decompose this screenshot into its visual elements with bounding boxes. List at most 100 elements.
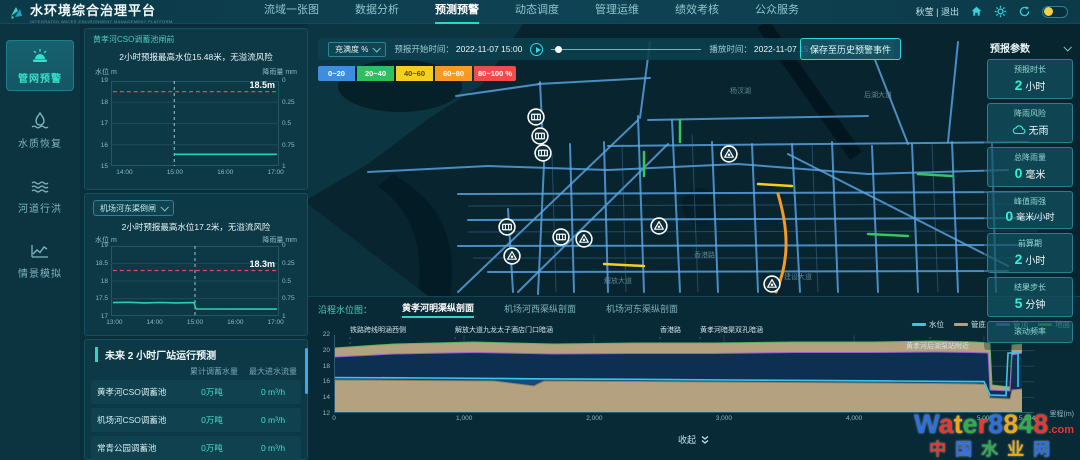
param-total-rainfall: 总降雨量 0毫米: [987, 147, 1073, 187]
table-row[interactable]: 黄孝河CSO调蓄池 0万吨 0 m³/h: [91, 380, 301, 404]
map-marker-pump[interactable]: [650, 217, 669, 236]
collapse-button[interactable]: 收起: [678, 433, 710, 446]
map-marker-gate[interactable]: [534, 144, 553, 163]
table-row[interactable]: 常青公园调蓄池 0万吨 0 m³/h: [91, 436, 301, 460]
nav-basin-map[interactable]: 流域一张图: [264, 0, 319, 24]
inflow-value: 0 m³/h: [245, 443, 301, 453]
pipe-bottom-swatch: [954, 323, 968, 326]
station2-limit-label: 18.3m: [249, 259, 275, 269]
double-chevron-down-icon: [700, 435, 710, 445]
play-time-label: 播放时间：: [709, 43, 752, 55]
theme-toggle[interactable]: [1042, 6, 1068, 18]
home-icon[interactable]: [970, 5, 983, 18]
map-marker-pump[interactable]: [575, 230, 594, 249]
plant-name: 常青公园调蓄池: [91, 442, 179, 454]
col-inflow: 最大进水流量: [247, 366, 299, 377]
map-label: 后湖大道: [864, 90, 892, 100]
station2-forecast-card: 机场河东渠倒闸 2小时预报最高水位17.2米，无溢流风险 水位 m 降雨量 mm…: [84, 193, 308, 336]
rail-item-scenario-sim[interactable]: 情景模拟: [6, 235, 74, 286]
param-rolling-frequency: 滚动频率: [987, 321, 1073, 343]
map-canvas[interactable]: 杨汊湖 后湖大道 香港路 解放大道 建设大道: [308, 24, 1080, 296]
inflow-value: 0 m³/h: [245, 415, 301, 425]
x-tick: 16:00: [227, 319, 243, 326]
rail-item-water-quality[interactable]: 水质恢复: [6, 105, 74, 156]
collapse-label: 收起: [678, 433, 696, 446]
table-row[interactable]: 机场河CSO调蓄池 0万吨 0 m³/h: [91, 408, 301, 432]
gear-icon[interactable]: [994, 5, 1007, 18]
rail-item-river-flood[interactable]: 河道行洪: [6, 170, 74, 221]
refresh-icon[interactable]: [1018, 5, 1031, 18]
user-logout-link[interactable]: 秋莹 | 退出: [916, 5, 959, 18]
params-header[interactable]: 预报参数: [987, 38, 1073, 59]
inflow-value: 0 m³/h: [245, 387, 301, 397]
station2-yticks-left: 1918.5 1817.5 17: [91, 242, 108, 320]
profile-annotation: 铁路跨线明涵西侧: [350, 325, 406, 335]
param-result-step: 结果步长 5分钟: [987, 277, 1073, 317]
rail-item-pipe-warning[interactable]: 管网预警: [6, 40, 74, 91]
nav-public-service[interactable]: 公众服务: [755, 0, 799, 24]
station1-name[interactable]: 黄孝河CSO调蓄池闸前: [93, 34, 174, 45]
rail-label: 情景模拟: [18, 265, 62, 280]
rail-label: 水质恢复: [18, 135, 62, 150]
chevron-down-icon: [160, 203, 168, 211]
params-title: 预报参数: [990, 40, 1030, 55]
nav-forecast-warning[interactable]: 预测预警: [435, 0, 479, 24]
river-flood-icon: [30, 177, 50, 195]
save-history-button[interactable]: 保存至历史预警事件: [800, 38, 901, 60]
map-marker-pump[interactable]: [720, 145, 739, 164]
legend-chip: 0~20: [318, 66, 355, 81]
map-label: 解放大道: [604, 276, 632, 286]
rail-label: 管网预警: [18, 70, 62, 85]
map-marker-gate[interactable]: [552, 228, 571, 247]
watermark-site: 中国水业网: [914, 441, 1074, 458]
time-slider[interactable]: [551, 44, 701, 54]
map-label: 香港路: [694, 250, 715, 260]
nav-dynamic-dispatch[interactable]: 动态调度: [515, 0, 559, 24]
station2-selector[interactable]: 机场河东渠倒闸: [93, 200, 174, 216]
forecast-params-panel: 预报参数 预报时长 2小时 降雨风险 无雨 总降雨量 0毫米 峰值雨强 0毫米/…: [984, 36, 1076, 350]
storage-value: 0万吨: [179, 442, 245, 454]
fullness-select[interactable]: 充满度 %: [328, 42, 386, 57]
param-peak-intensity: 峰值雨强 0毫米/小时: [987, 191, 1073, 229]
map-marker-gate[interactable]: [498, 218, 517, 237]
map-marker-pump[interactable]: [763, 275, 782, 294]
profile-annotation: 黄孝河暗渠双孔暗涵: [700, 325, 763, 335]
siren-icon: [30, 47, 50, 65]
storage-value: 0万吨: [179, 386, 245, 398]
nav-operations[interactable]: 管理运维: [595, 0, 639, 24]
left-rail: 管网预警 水质恢复 河道行洪 情景模拟: [0, 24, 80, 460]
slider-knob[interactable]: [555, 46, 562, 53]
profile-annotation: 解放大道九龙太子酒店门口暗涵: [455, 325, 553, 335]
station1-plot-svg: [111, 81, 279, 166]
tab-jichang-east-profile[interactable]: 机场河东渠纵剖面: [606, 302, 678, 317]
nav-performance[interactable]: 绩效考核: [675, 0, 719, 24]
play-button[interactable]: [530, 43, 543, 56]
chevron-down-icon: [1063, 43, 1071, 51]
nav-data-analysis[interactable]: 数据分析: [355, 0, 399, 24]
water-quality-icon: [30, 112, 50, 130]
app-logo: 水环境综合治理平台 INTEGRATED WATER ENVIRONMENT M…: [0, 0, 250, 24]
main-nav: 流域一张图 数据分析 预测预警 动态调度 管理运维 绩效考核 公众服务: [264, 0, 799, 24]
watermark: Water8848.com 中国水业网: [914, 411, 1074, 458]
map-marker-gate[interactable]: [527, 108, 546, 127]
param-rain-risk: 降雨风险 无雨: [987, 103, 1073, 143]
station1-limit-label: 18.5m: [249, 80, 275, 90]
fullness-legend: 0~20 20~40 40~60 60~80 80~100 %: [318, 66, 516, 81]
water-level-swatch: [912, 323, 926, 326]
x-tick: 15:00: [187, 319, 203, 326]
tab-jichang-west-profile[interactable]: 机场河西渠纵剖面: [504, 302, 576, 317]
legend-chip: 40~60: [396, 66, 433, 81]
x-tick: 17:00: [267, 319, 283, 326]
tab-huangxiao-profile[interactable]: 黄孝河明渠纵剖面: [402, 301, 474, 318]
station2-name: 机场河东渠倒闸: [100, 203, 156, 214]
app-subtitle: INTEGRATED WATER ENVIRONMENT MANAGEMENT …: [30, 19, 173, 24]
table-title: 未来 2 小时厂站运行预测: [95, 347, 216, 362]
app-title: 水环境综合治理平台: [30, 0, 173, 19]
station1-yticks-left: 1918 1716 15: [91, 77, 108, 170]
station2-yticks-right: 00.25 0.50.75 1: [282, 242, 302, 320]
map-marker-pump[interactable]: [503, 247, 522, 266]
scenario-chart-icon: [30, 242, 50, 260]
plant-forecast-table-card: 未来 2 小时厂站运行预测 . 累计调蓄水量 最大进水流量 黄孝河CSO调蓄池 …: [84, 339, 308, 460]
x-tick: 14:00: [116, 169, 132, 176]
param-lead-period: 前算期 2小时: [987, 233, 1073, 273]
